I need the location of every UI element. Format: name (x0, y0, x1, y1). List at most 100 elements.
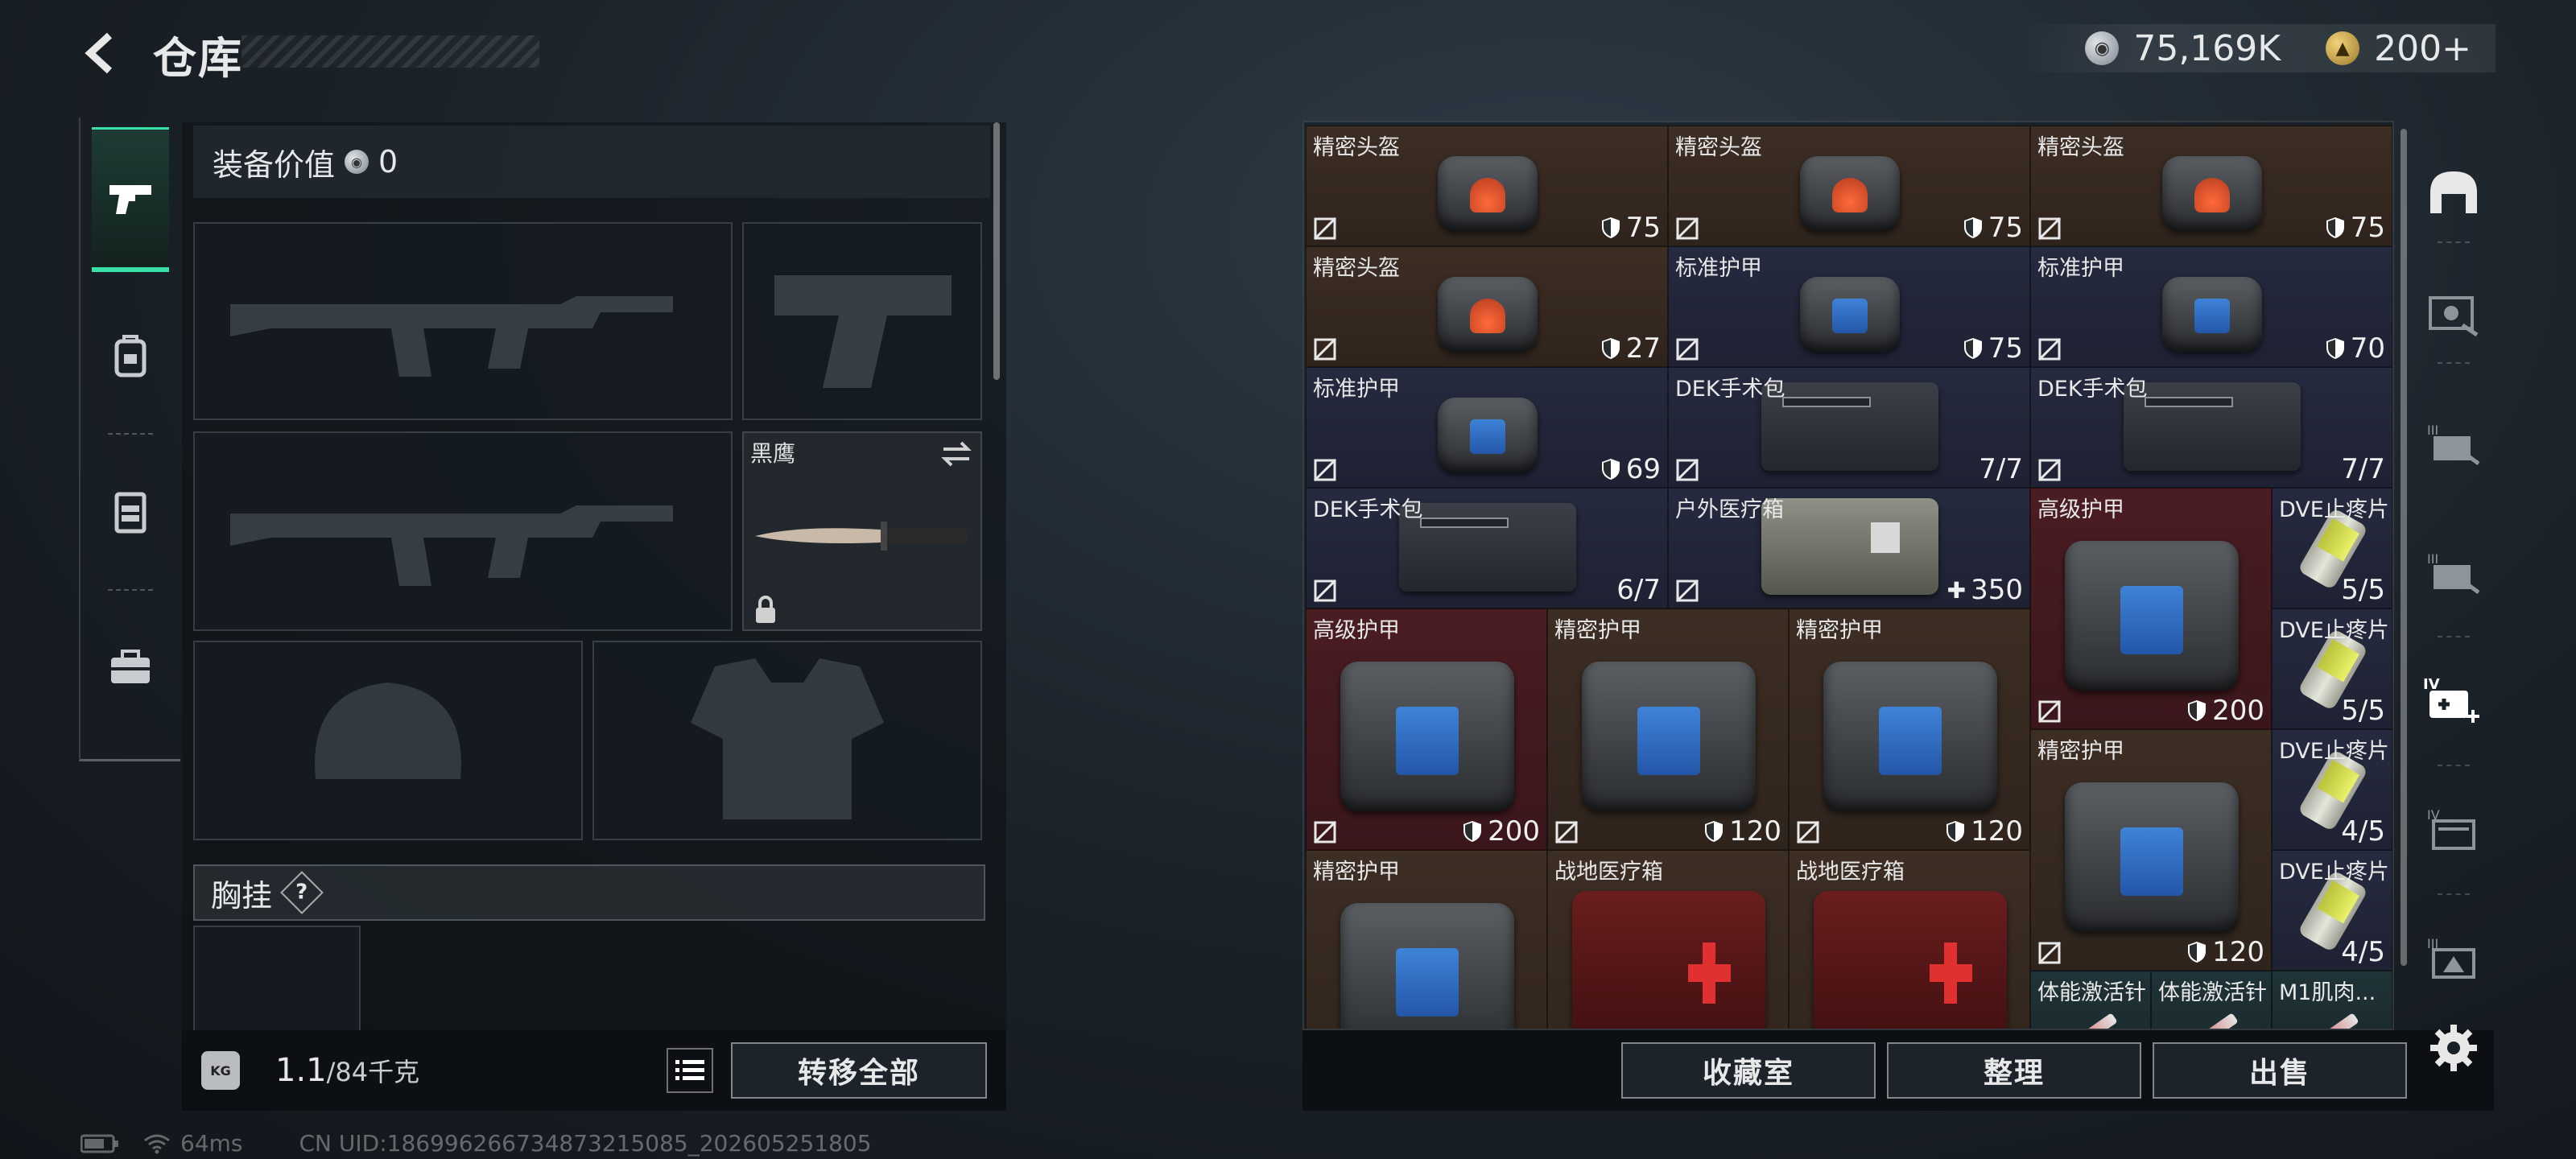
item-name: DVE止疼片 (2279, 739, 2389, 764)
inventory-item[interactable]: 精密护甲 120 (1547, 608, 1789, 850)
inventory-item[interactable]: M1肌肉... (2272, 971, 2392, 1029)
item-quantity: 75 (1963, 212, 2023, 244)
item-quantity: 120 (1703, 815, 1781, 848)
item-name: 标准护甲 (2037, 256, 2124, 281)
transfer-all-button[interactable]: 转移全部 (731, 1042, 987, 1099)
inventory-item[interactable]: DVE止疼片 4/5 (2272, 729, 2392, 850)
chevron-left-icon (85, 32, 113, 74)
uid-readout: CN UID:1869962667348732150​85_2026052518… (299, 1130, 872, 1157)
item-quantity: 7/7 (1979, 453, 2023, 485)
item-name: 标准护甲 (1313, 377, 1400, 402)
inventory-item[interactable]: 精密护甲 120 (2030, 729, 2272, 971)
no-insurance-icon (2037, 941, 2062, 965)
list-view-button[interactable] (667, 1048, 713, 1093)
item-name: DVE止疼片 (2279, 860, 2389, 885)
collection-room-button[interactable]: 收藏室 (1621, 1042, 1876, 1099)
primary-weapon-slot[interactable] (193, 222, 733, 420)
no-insurance-icon (1675, 579, 1699, 603)
inventory-item[interactable]: 体能激活针 (2151, 971, 2272, 1029)
briefcase-icon (111, 650, 150, 683)
category-tier3-gear[interactable]: III (2421, 926, 2486, 990)
sell-button[interactable]: 出售 (2153, 1042, 2407, 1099)
settings-button[interactable] (2423, 1017, 2484, 1079)
no-insurance-icon (2037, 699, 2062, 724)
melee-slot[interactable]: 黑鹰 (742, 431, 982, 631)
inventory-item[interactable]: 精密护甲 120 (1789, 608, 2030, 850)
item-quantity: 70 (2325, 332, 2385, 365)
wifi-icon (144, 1134, 170, 1153)
inventory-item[interactable]: 战地医疗箱 (1789, 850, 2030, 1029)
item-quantity-value: 120 (1971, 815, 2023, 848)
helmet-bag-icon (1437, 155, 1538, 231)
chest-rig-slot[interactable] (193, 926, 361, 1030)
secondary-weapon-slot[interactable] (193, 431, 733, 631)
inventory-item[interactable]: 精密头盔 75 (2030, 126, 2392, 246)
gold-amount[interactable]: 200+ (2374, 28, 2471, 69)
inventory-item[interactable]: DEK手术包 6/7 (1306, 488, 1668, 608)
no-insurance-icon (1313, 579, 1337, 603)
syringe-icon (2306, 1013, 2359, 1029)
tier4-medical-icon: IV (2423, 676, 2479, 723)
inventory-item[interactable]: DVE止疼片 5/5 (2272, 608, 2392, 729)
helmet-silhouette-icon (315, 683, 461, 779)
inventory-item[interactable]: 高级护甲 200 (2030, 488, 2272, 729)
inventory-item[interactable]: 精密头盔 75 (1668, 126, 2030, 246)
helmet-slot[interactable] (193, 641, 583, 840)
pistol-silhouette-icon (774, 275, 952, 388)
pistol-slot[interactable] (742, 222, 982, 420)
inventory-item[interactable]: DVE止疼片 4/5 (2272, 850, 2392, 971)
tier4-crate-icon: IV (2427, 807, 2475, 850)
inventory-item[interactable]: 高级护甲 200 (1306, 608, 1547, 850)
back-button[interactable] (77, 29, 126, 77)
category-weapon-case[interactable] (2421, 282, 2486, 346)
heal-plus-icon: ✚ (1946, 576, 1967, 604)
tab-weapons[interactable] (92, 127, 169, 272)
inventory-item[interactable]: DEK手术包 7/7 (1668, 367, 2030, 488)
category-helmet[interactable] (2421, 161, 2486, 225)
equipment-value: 装备价值 ◉ 0 (193, 126, 990, 198)
armor-bag-icon (1340, 662, 1514, 811)
swap-icon[interactable] (940, 439, 972, 468)
equipment-scrollbar[interactable] (993, 122, 1000, 380)
durability-shield-icon (1463, 821, 1482, 842)
warehouse-scrollbar[interactable] (2401, 129, 2407, 966)
durability-shield-icon (1963, 217, 1982, 238)
help-icon[interactable]: ? (280, 871, 324, 914)
gear-icon (2430, 1025, 2477, 1071)
armor-slot[interactable] (592, 641, 982, 840)
no-insurance-icon (2037, 337, 2062, 361)
inventory-item[interactable]: 精密头盔 27 (1306, 246, 1668, 367)
item-quantity-value: 200 (1488, 815, 1540, 848)
inventory-item[interactable]: 精密护甲 (1306, 850, 1547, 1029)
inventory-item[interactable]: 标准护甲 70 (2030, 246, 2392, 367)
item-quantity-value: 75 (2350, 212, 2385, 244)
inventory-item[interactable]: 精密头盔 75 (1306, 126, 1668, 246)
inventory-item[interactable]: DVE止疼片 5/5 (2272, 488, 2392, 608)
item-quantity: 6/7 (1616, 574, 1661, 606)
tab-chest-rig[interactable] (92, 439, 169, 591)
inventory-item[interactable]: 标准护甲 75 (1668, 246, 2030, 367)
gold-coin-icon: ▲ (2326, 31, 2360, 65)
item-quantity: 200 (2186, 695, 2264, 727)
lock-icon (756, 596, 775, 623)
category-tier4-medical[interactable]: IV (2421, 668, 2486, 732)
weight-current: 1.1 (275, 1052, 327, 1089)
helmet-icon (2430, 171, 2477, 213)
category-tier4-crate[interactable]: IV (2421, 797, 2486, 861)
organize-button[interactable]: 整理 (1887, 1042, 2141, 1099)
surgery-kit-icon (1761, 382, 1938, 471)
no-insurance-icon (1675, 217, 1699, 241)
ping-readout: 64ms (180, 1130, 243, 1157)
category-tier3-crate[interactable]: III (2421, 410, 2486, 475)
tier3-crate-icon: III (2427, 423, 2480, 466)
category-tier3-crate-alt[interactable]: III (2421, 539, 2486, 604)
tab-backpack[interactable] (92, 283, 169, 435)
inventory-item[interactable]: 体能激活针 (2030, 971, 2151, 1029)
inventory-item[interactable]: 标准护甲 69 (1306, 367, 1668, 488)
inventory-item[interactable]: DEK手术包 7/7 (2030, 367, 2392, 488)
inventory-item[interactable]: 户外医疗箱 ✚ 350 (1668, 488, 2030, 608)
inventory-item[interactable]: 战地医疗箱 (1547, 850, 1789, 1029)
item-quantity-value: 75 (1988, 332, 2023, 365)
item-quantity: 69 (1600, 453, 1661, 485)
tab-case[interactable] (92, 596, 169, 740)
